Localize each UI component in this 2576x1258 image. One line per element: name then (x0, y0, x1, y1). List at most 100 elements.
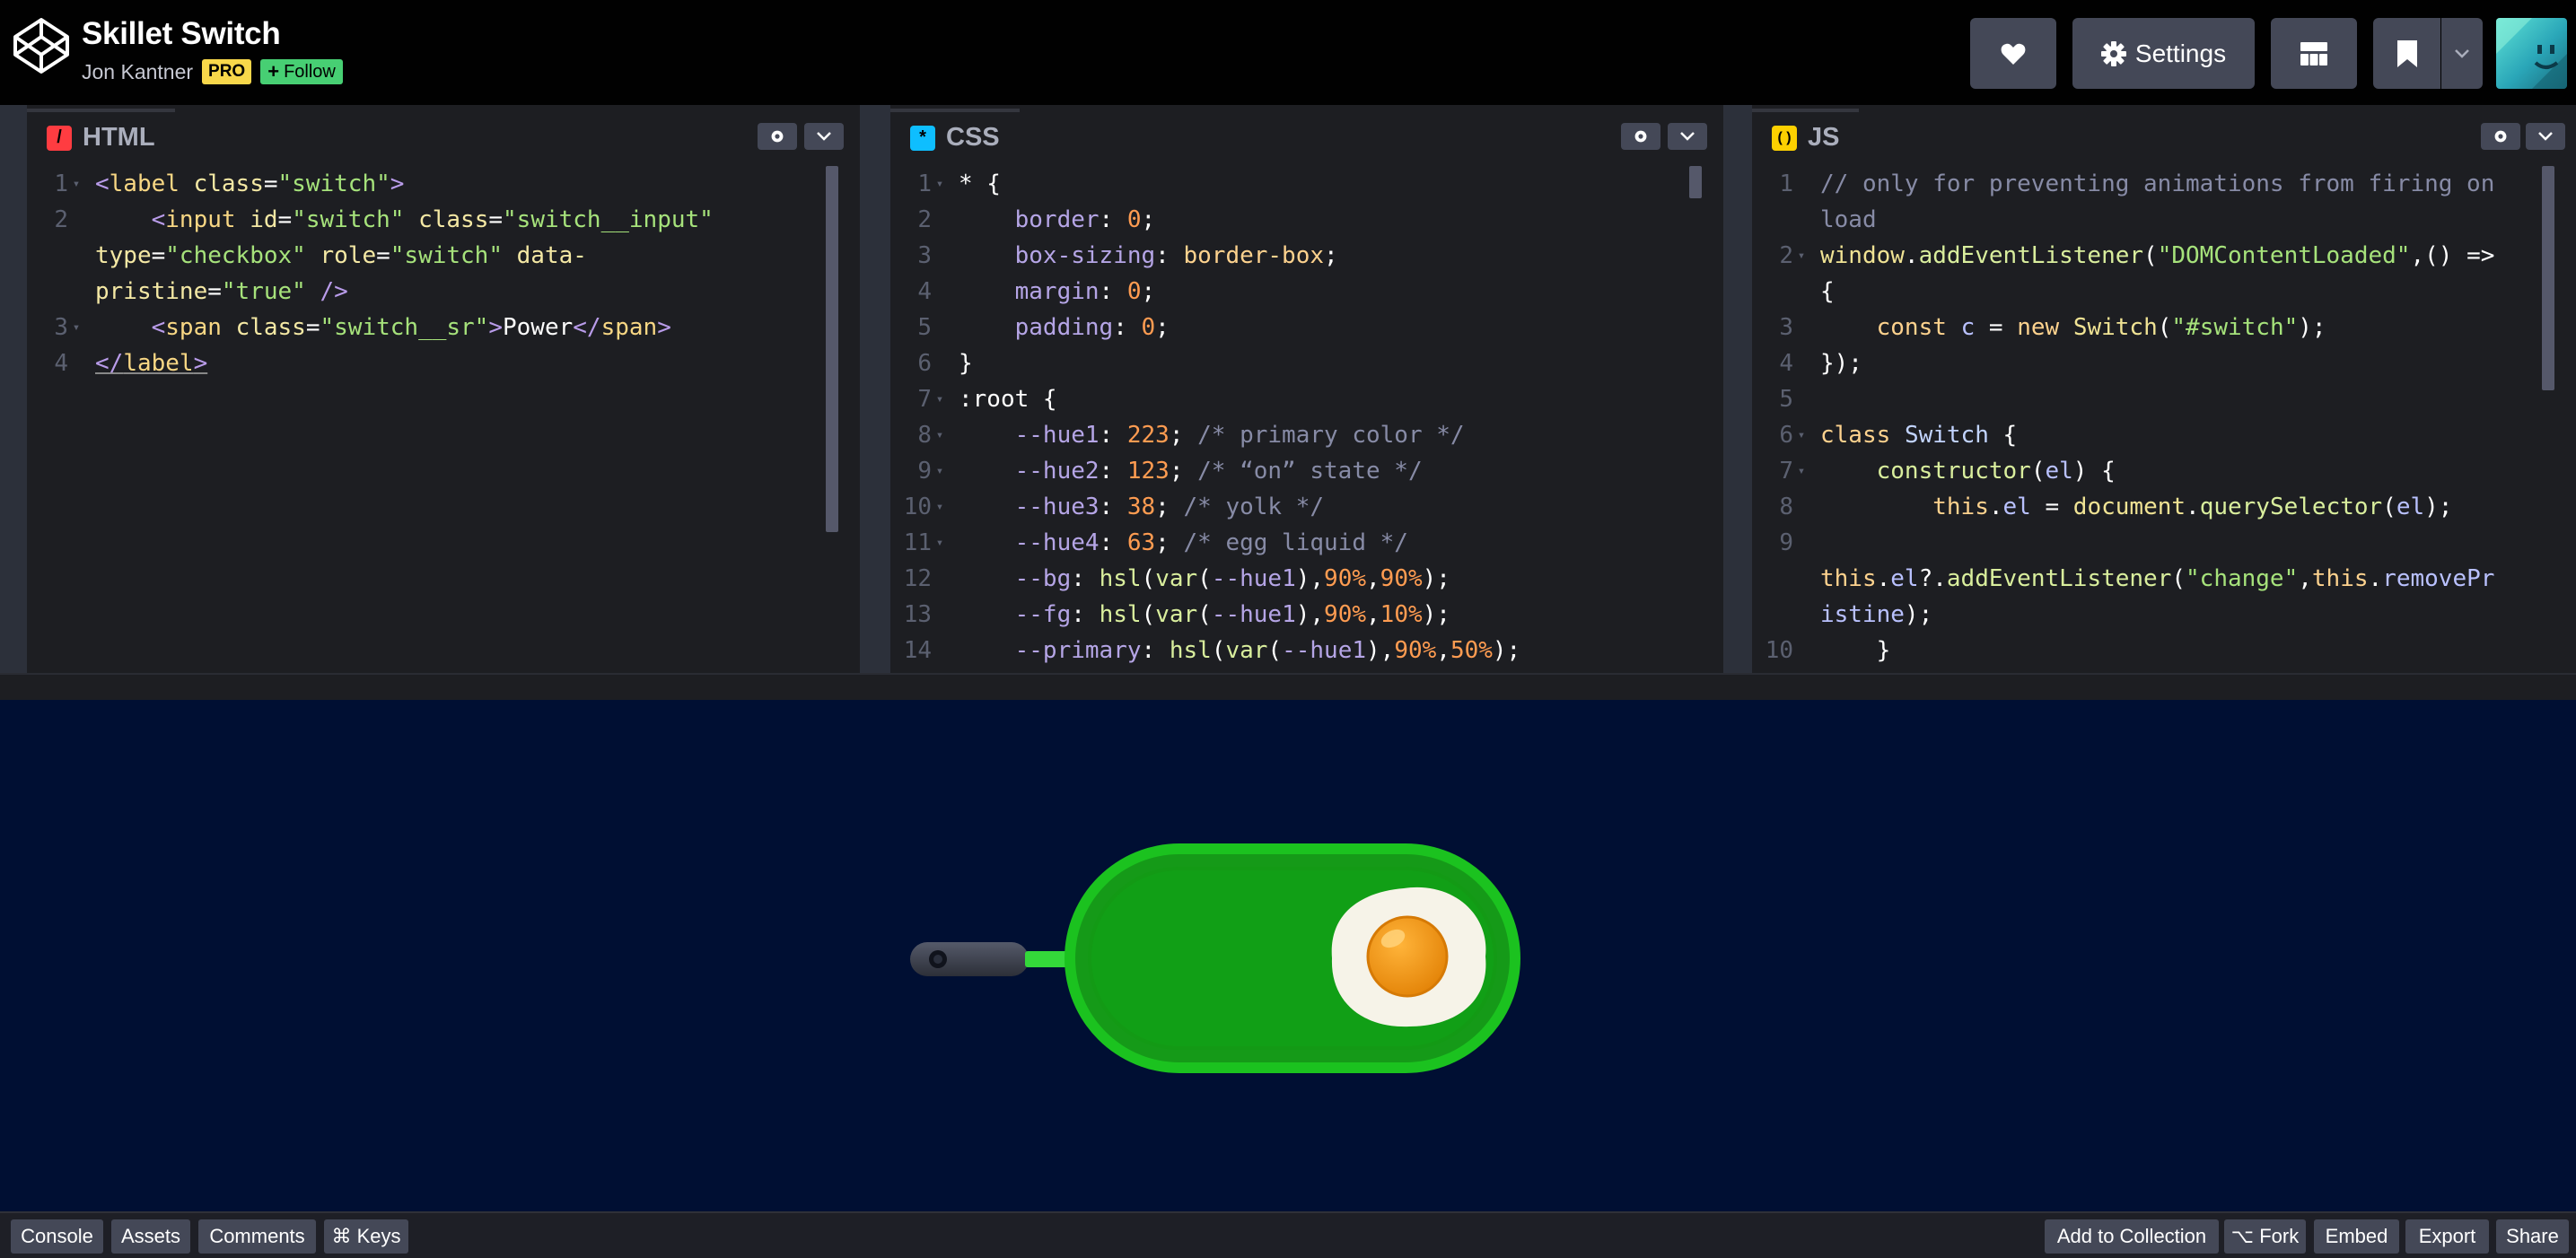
tab-css[interactable]: * CSS (890, 109, 1020, 163)
html-code-editor[interactable]: 1 ▾ <label class="switch"> 2 <input id="sw… (27, 166, 842, 673)
css-collapse-button[interactable] (1668, 123, 1707, 150)
fork-button[interactable]: ⌥ Fork (2224, 1219, 2306, 1254)
tab-js[interactable]: ( ) JS (1752, 109, 1860, 163)
bookmark-icon (2396, 39, 2417, 67)
code-line: 12 --bg: hsl(var(--hue1),90%,90%); (903, 565, 1450, 592)
js-editor-pane: ( ) JS 1// only for preventing animation… (1752, 105, 2576, 673)
code-line: 4 margin: 0; (917, 278, 1156, 305)
change-view-button[interactable] (2271, 18, 2357, 89)
settings-button[interactable]: Settings (2072, 18, 2255, 89)
html-slash-icon: / (47, 125, 72, 151)
tab-html-label: HTML (83, 123, 155, 152)
assets-button[interactable]: Assets (111, 1219, 190, 1254)
console-button[interactable]: Console (11, 1219, 103, 1254)
css-scrollbar[interactable] (1689, 166, 1702, 198)
css-tabbar: * CSS (890, 105, 1723, 163)
code-line: type="checkbox" role="switch" data- (95, 242, 587, 269)
comments-button[interactable]: Comments (198, 1219, 316, 1254)
top-header: Skillet Switch Jon Kantner PRO + Follow (0, 0, 2576, 105)
code-line: 3 ▾ <span class="switch__sr">Power</span> (54, 314, 671, 341)
gear-icon (2100, 40, 2126, 66)
preview-resize-handle[interactable] (0, 673, 2576, 700)
author-row: Jon Kantner PRO + Follow (82, 58, 343, 85)
css-asterisk-icon: * (910, 125, 935, 151)
result-preview (0, 700, 2576, 1211)
code-line: 3 const c = new Switch("#switch"); (1779, 314, 2326, 341)
code-line: 1 ▾ * { (917, 170, 1001, 197)
code-line: 11 ▾ --hue4: 63; /* egg liquid */ (903, 529, 1408, 556)
layout-grid-icon (2300, 41, 2327, 66)
pro-badge: PRO (202, 59, 252, 84)
html-collapse-button[interactable] (804, 123, 844, 150)
code-line: 4}); (1779, 350, 1862, 377)
js-code-editor[interactable]: 1// only for preventing animations from … (1752, 166, 2558, 673)
code-line: 10 ▾ --hue3: 38; /* yolk */ (903, 494, 1325, 520)
pane-gutter[interactable] (0, 105, 27, 673)
js-collapse-button[interactable] (2526, 123, 2565, 150)
code-line: 2 ▾ window.addEventListener("DOMContentLoa… (1779, 242, 2495, 269)
follow-label: Follow (284, 62, 336, 82)
js-tabbar: ( ) JS (1752, 105, 2576, 163)
code-line: 14 --primary: hsl(var(--hue1),90%,50%); (903, 637, 1521, 664)
gear-icon (2494, 130, 2507, 143)
plus-icon: + (267, 60, 280, 83)
love-button[interactable] (1970, 18, 2056, 89)
js-scrollbar[interactable] (2542, 166, 2554, 390)
code-line: 2 border: 0; (917, 206, 1156, 233)
export-button[interactable]: Export (2405, 1219, 2489, 1254)
bookmark-dropdown-button[interactable] (2441, 18, 2483, 89)
code-line: 4 </label> (54, 350, 208, 377)
chevron-down-icon (817, 132, 831, 141)
code-line: 2 <input id="switch" class="switch__inpu… (54, 206, 714, 233)
gear-icon (771, 130, 784, 143)
code-line: 10 } (1765, 637, 1891, 664)
code-line: 8 ▾ --hue1: 223; /* primary color */ (917, 422, 1465, 449)
code-line: 5 (1779, 386, 1793, 413)
code-line: load (1820, 206, 1877, 233)
bookmark-button[interactable] (2373, 18, 2440, 89)
html-tabbar: / HTML (27, 105, 860, 163)
keys-button[interactable]: ⌘ Keys (324, 1219, 408, 1254)
pen-title[interactable]: Skillet Switch (82, 16, 281, 52)
tab-js-label: JS (1808, 123, 1840, 152)
code-line: 3 box-sizing: border-box; (917, 242, 1338, 269)
user-avatar[interactable] (2496, 18, 2567, 89)
code-line: 1// only for preventing animations from … (1779, 170, 2495, 197)
codepen-logo-icon[interactable] (12, 16, 71, 75)
html-settings-button[interactable] (758, 123, 797, 150)
js-braces-icon: ( ) (1772, 125, 1797, 151)
js-settings-button[interactable] (2481, 123, 2520, 150)
code-line: 9 ▾ --hue2: 123; /* “on” state */ (917, 458, 1423, 485)
embed-button[interactable]: Embed (2314, 1219, 2399, 1254)
code-line: { (1820, 278, 1835, 305)
add-to-collection-button[interactable]: Add to Collection (2045, 1219, 2219, 1254)
tab-html[interactable]: / HTML (27, 109, 175, 163)
bottom-toolbar: Console Assets Comments ⌘ Keys Add to Co… (0, 1211, 2576, 1258)
code-line: 7 ▾ constructor(el) { (1779, 458, 2116, 485)
code-line: 8 this.el = document.querySelector(el); (1779, 494, 2453, 520)
author-name[interactable]: Jon Kantner (82, 60, 193, 84)
css-settings-button[interactable] (1621, 123, 1660, 150)
code-line: 5 padding: 0; (917, 314, 1170, 341)
chevron-down-icon (2455, 48, 2469, 58)
css-code-editor[interactable]: 1 ▾ * { 2 border: 0; 3 box-sizing: border-… (890, 166, 1705, 673)
code-line: 7 ▾:root { (917, 386, 1057, 413)
code-line: 6} (917, 350, 973, 377)
code-line: istine); (1820, 601, 1933, 628)
share-button[interactable]: Share (2496, 1219, 2569, 1254)
html-scrollbar[interactable] (826, 166, 838, 532)
chevron-down-icon (2538, 132, 2553, 141)
follow-button[interactable]: + Follow (260, 59, 343, 84)
editors-area: / HTML 1 ▾ <label class="switch"> 2 <input… (0, 105, 2576, 673)
settings-label: Settings (2134, 39, 2227, 67)
avatar-face-icon (2496, 18, 2567, 89)
code-line: 6 ▾ class Switch { (1779, 422, 2018, 449)
pane-resizer[interactable] (860, 105, 890, 673)
gear-icon (1634, 130, 1647, 143)
code-line: 1 ▾ <label class="switch"> (54, 170, 405, 197)
skillet-switch[interactable] (898, 842, 1544, 1075)
code-line: 9 (1779, 529, 1793, 556)
tab-css-label: CSS (946, 123, 1000, 152)
code-line: pristine="true" /> (95, 278, 348, 305)
pane-resizer[interactable] (1723, 105, 1752, 673)
